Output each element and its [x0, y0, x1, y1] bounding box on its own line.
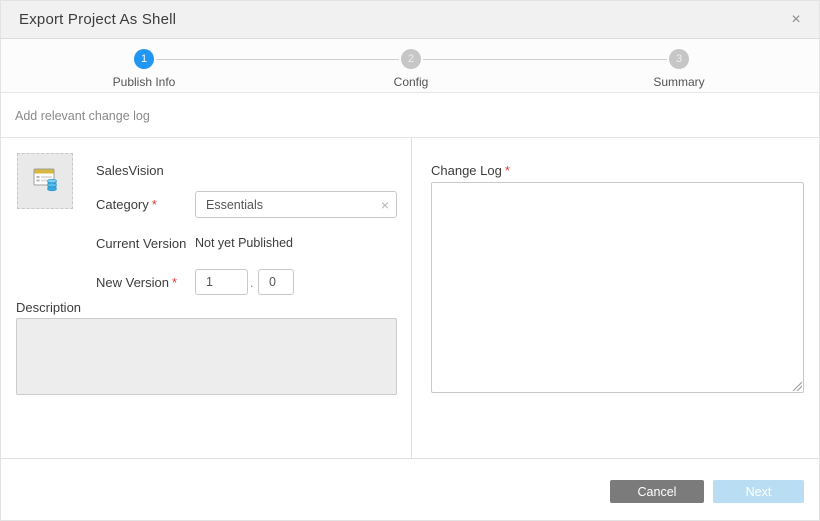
change-log-textarea[interactable] — [431, 182, 804, 393]
step-2-circle: 2 — [401, 49, 421, 69]
required-marker: * — [152, 197, 157, 212]
close-icon[interactable]: × — [785, 9, 807, 31]
category-label: Category* — [96, 197, 157, 212]
dialog-footer: Cancel Next — [1, 458, 819, 521]
project-thumbnail-icon — [30, 164, 60, 199]
project-thumbnail — [17, 153, 73, 209]
next-button[interactable]: Next — [713, 480, 804, 503]
step-3-label: Summary — [619, 75, 739, 89]
new-version-minor-input[interactable] — [258, 269, 294, 295]
step-1-circle: 1 — [134, 49, 154, 69]
change-log-field-wrap — [431, 182, 804, 393]
required-marker: * — [505, 163, 510, 178]
change-log-label: Change Log* — [431, 163, 510, 178]
new-version-major-input[interactable] — [195, 269, 248, 295]
step-1-label: Publish Info — [84, 75, 204, 89]
subheader: Add relevant change log — [1, 94, 819, 138]
category-field-wrap: × — [195, 191, 397, 218]
wizard-stepper: 1 Publish Info 2 Config 3 Summary — [1, 39, 819, 93]
publish-info-panel: SalesVision Category* × Current Version … — [1, 138, 412, 458]
required-marker: * — [172, 275, 177, 290]
description-textarea — [16, 318, 397, 395]
dialog-title: Export Project As Shell — [19, 11, 176, 28]
step-config[interactable]: 2 Config — [351, 49, 471, 89]
project-name: SalesVision — [96, 163, 164, 178]
step-publish-info[interactable]: 1 Publish Info — [84, 49, 204, 89]
step-2-label: Config — [351, 75, 471, 89]
change-log-hint: Add relevant change log — [15, 109, 150, 123]
version-separator: . — [250, 276, 253, 290]
dialog-body: SalesVision Category* × Current Version … — [1, 138, 819, 458]
export-project-dialog: Export Project As Shell × 1 Publish Info… — [0, 0, 820, 521]
current-version-label: Current Version — [96, 236, 186, 251]
dialog-header: Export Project As Shell × — [1, 1, 819, 39]
description-label: Description — [16, 300, 81, 315]
clear-category-icon[interactable]: × — [381, 198, 389, 212]
cancel-button[interactable]: Cancel — [610, 480, 704, 503]
step-summary[interactable]: 3 Summary — [619, 49, 739, 89]
new-version-label: New Version* — [96, 275, 177, 290]
current-version-value: Not yet Published — [195, 236, 293, 250]
step-3-circle: 3 — [669, 49, 689, 69]
change-log-panel: Change Log* — [412, 138, 819, 458]
category-input[interactable] — [196, 192, 396, 217]
